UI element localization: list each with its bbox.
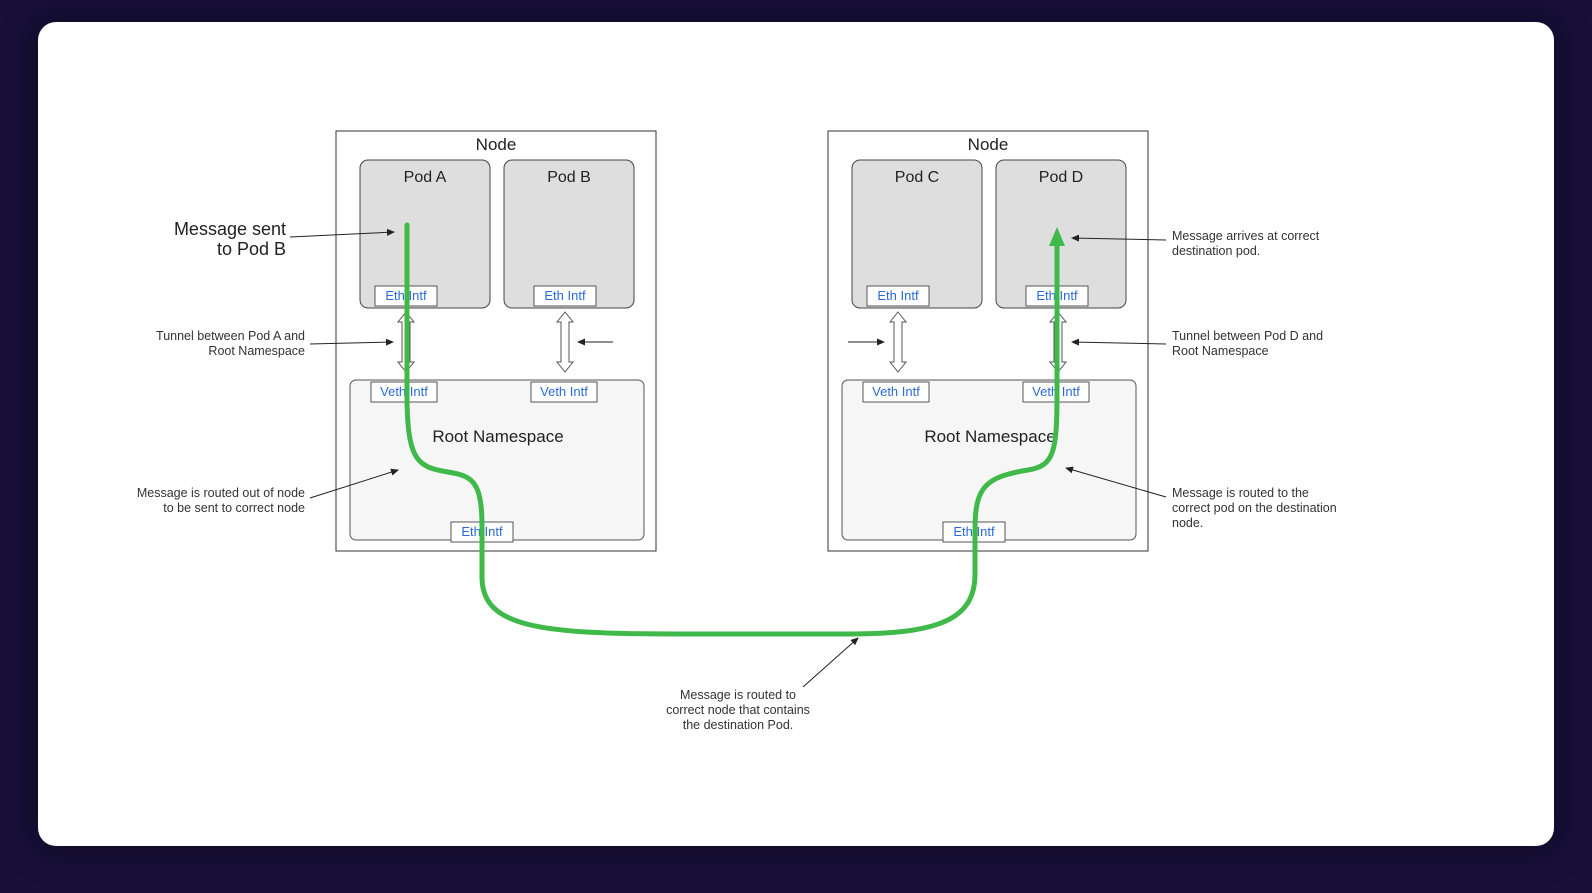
node-left-title: Node xyxy=(476,135,517,154)
svg-text:Message is routed to the: Message is routed to the xyxy=(1172,486,1309,500)
anno-route-between: Message is routed to correct node that c… xyxy=(666,638,858,732)
svg-text:correct pod on the destination: correct pod on the destination xyxy=(1172,501,1337,515)
root-left-label: Root Namespace xyxy=(432,427,563,446)
pod-a: Pod A Eth Intf xyxy=(360,160,490,308)
node-left: Node Pod A Eth Intf Pod B Eth Intf Veth … xyxy=(336,131,656,551)
root-right: Veth Intf Veth Intf Root Namespace Eth I… xyxy=(842,380,1136,542)
pod-d-label: Pod D xyxy=(1039,169,1083,186)
pod-c-label: Pod C xyxy=(895,169,939,186)
pod-d: Pod D Eth Intf xyxy=(996,160,1126,308)
svg-text:the destination Pod.: the destination Pod. xyxy=(683,718,794,732)
pod-b-label: Pod B xyxy=(547,169,591,186)
root-right-veth-c: Veth Intf xyxy=(872,384,920,399)
svg-text:Message is routed to: Message is routed to xyxy=(680,688,796,702)
svg-text:Tunnel between Pod A and: Tunnel between Pod A and xyxy=(156,329,305,343)
root-left: Veth Intf Veth Intf Root Namespace Eth I… xyxy=(350,380,644,542)
root-left-veth-a: Veth Intf xyxy=(380,384,428,399)
svg-text:Message arrives at correct: Message arrives at correct xyxy=(1172,229,1320,243)
svg-text:to Pod B: to Pod B xyxy=(217,239,286,259)
svg-text:Root Namespace: Root Namespace xyxy=(1172,344,1269,358)
svg-text:Root Namespace: Root Namespace xyxy=(208,344,305,358)
root-right-label: Root Namespace xyxy=(924,427,1055,446)
pod-c: Pod C Eth Intf xyxy=(852,160,982,308)
svg-text:node.: node. xyxy=(1172,516,1203,530)
node-right-title: Node xyxy=(968,135,1009,154)
svg-text:Message is routed out of node: Message is routed out of node xyxy=(137,486,305,500)
node-right: Node Pod C Eth Intf Pod D Eth Intf Veth … xyxy=(828,131,1148,551)
svg-text:correct node that contains: correct node that contains xyxy=(666,703,810,717)
pod-a-label: Pod A xyxy=(404,169,447,186)
pod-c-eth: Eth Intf xyxy=(877,288,919,303)
svg-text:Message sent: Message sent xyxy=(174,219,286,239)
svg-text:destination pod.: destination pod. xyxy=(1172,244,1260,258)
svg-text:to be sent to correct node: to be sent to correct node xyxy=(163,501,305,515)
pod-b-eth: Eth Intf xyxy=(544,288,586,303)
diagram-card: Node Pod A Eth Intf Pod B Eth Intf Veth … xyxy=(38,22,1554,846)
root-left-veth-b: Veth Intf xyxy=(540,384,588,399)
pod-b: Pod B Eth Intf xyxy=(504,160,634,308)
svg-text:Tunnel between Pod D and: Tunnel between Pod D and xyxy=(1172,329,1323,343)
